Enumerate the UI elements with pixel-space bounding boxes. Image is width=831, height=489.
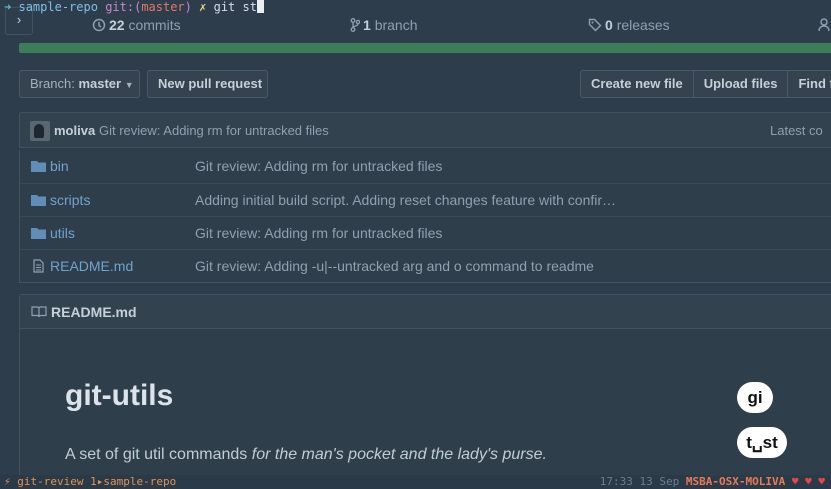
file-icon bbox=[33, 259, 44, 273]
contributors-link[interactable] bbox=[818, 14, 831, 36]
commit-author[interactable]: moliva bbox=[54, 123, 95, 138]
file-name[interactable]: bin bbox=[50, 158, 69, 174]
commits-label: commits bbox=[128, 17, 181, 33]
branch-prefix: Branch: bbox=[30, 76, 75, 91]
releases-count: 0 bbox=[605, 17, 613, 33]
prompt-command[interactable]: git st bbox=[214, 0, 257, 14]
file-row-scripts: scripts Adding initial build script. Add… bbox=[20, 183, 831, 216]
history-icon bbox=[92, 18, 106, 32]
readme-panel: README.md git-utils A set of git util co… bbox=[19, 294, 831, 489]
tag-icon bbox=[588, 18, 602, 32]
readme-header: README.md bbox=[20, 295, 831, 329]
commit-message[interactable]: Git review: Adding rm for untracked file… bbox=[99, 123, 329, 138]
releases-link[interactable]: 0 releases bbox=[588, 14, 670, 36]
branches-label: branch bbox=[374, 17, 418, 33]
heart-icons: ♥ ♥ ♥ bbox=[791, 475, 825, 488]
prompt-arrow-icon: ➜ bbox=[4, 0, 12, 14]
folder-icon bbox=[31, 228, 46, 239]
file-row-utils: utils Git review: Adding rm for untracke… bbox=[20, 216, 831, 249]
file-name[interactable]: scripts bbox=[50, 192, 90, 208]
branch-select-button[interactable]: Branch: master ▼ bbox=[19, 70, 140, 98]
readme-intro-text: A set of git util commands bbox=[65, 446, 252, 463]
create-new-file-button[interactable]: Create new file bbox=[580, 70, 694, 98]
prompt-dirty-mark: ✗ bbox=[199, 0, 207, 14]
file-row-readme: README.md Git review: Adding -u|--untrac… bbox=[20, 249, 831, 282]
find-file-button[interactable]: Find file bbox=[787, 70, 831, 98]
releases-label: releases bbox=[616, 17, 670, 33]
commits-count: 22 bbox=[109, 17, 125, 33]
status-host: MSBA-OSX-MOLIVA bbox=[685, 475, 786, 488]
branch-value: master bbox=[78, 76, 122, 91]
keystroke-bubble: gi bbox=[737, 382, 773, 413]
language-bar bbox=[19, 43, 831, 53]
file-list: bin Git review: Adding rm for untracked … bbox=[19, 150, 831, 283]
folder-icon bbox=[31, 195, 46, 206]
caret-down-icon: ▼ bbox=[124, 80, 134, 90]
upload-files-button[interactable]: Upload files bbox=[692, 70, 789, 98]
file-commit-message[interactable]: Git review: Adding -u|--untracked arg an… bbox=[195, 258, 594, 274]
file-commit-message[interactable]: Adding initial build script. Adding rese… bbox=[195, 192, 616, 208]
readme-intro: A set of git util commands for the man's… bbox=[65, 446, 547, 464]
branches-count: 1 bbox=[363, 17, 371, 33]
file-actions: Create new fileUpload filesFind file bbox=[580, 70, 831, 98]
status-date: 13 Sep bbox=[639, 475, 680, 488]
file-name[interactable]: README.md bbox=[50, 258, 133, 274]
prompt-git-label: git:( bbox=[105, 0, 142, 14]
person-icon bbox=[818, 18, 830, 32]
readme-filename: README.md bbox=[51, 304, 137, 320]
status-session: ⚡ git-review 1▸sample-repo bbox=[4, 475, 177, 488]
terminal-prompt[interactable]: ➜ sample-repo git:(master) ✗ git st bbox=[0, 0, 264, 14]
branches-link[interactable]: 1 branch bbox=[350, 14, 418, 36]
status-right: 17:33 13 Sep MSBA-OSX-MOLIVA ♥ ♥ ♥ bbox=[600, 475, 825, 489]
latest-commit-label: Latest co bbox=[770, 123, 823, 138]
book-icon bbox=[31, 306, 47, 318]
file-commit-message[interactable]: Git review: Adding rm for untracked file… bbox=[195, 225, 442, 241]
status-time: 17:33 bbox=[599, 475, 633, 488]
prompt-repo: sample-repo bbox=[18, 0, 98, 14]
github-repo-page: › 22 commits 1 branch 0 releases Branch:… bbox=[0, 0, 831, 489]
terminal-cursor bbox=[256, 0, 264, 13]
folder-icon bbox=[31, 161, 46, 172]
readme-heading: git-utils bbox=[65, 379, 174, 412]
new-pull-request-button[interactable]: New pull request bbox=[147, 70, 268, 98]
latest-commit-bar: moliva Git review: Adding rm for untrack… bbox=[19, 112, 831, 148]
branch-icon bbox=[350, 18, 361, 32]
prompt-branch: master bbox=[141, 0, 185, 14]
commits-link[interactable]: 22 commits bbox=[92, 14, 181, 36]
avatar[interactable] bbox=[30, 121, 50, 141]
file-name[interactable]: utils bbox=[50, 225, 75, 241]
keystroke-bubble: t␣st bbox=[737, 427, 787, 458]
chevron-right-icon: › bbox=[16, 12, 22, 27]
file-row-bin: bin Git review: Adding rm for untracked … bbox=[20, 150, 831, 183]
readme-intro-emphasis: for the man's pocket and the lady's purs… bbox=[251, 446, 547, 463]
file-commit-message[interactable]: Git review: Adding rm for untracked file… bbox=[195, 158, 442, 174]
prompt-git-close: ) bbox=[184, 0, 192, 14]
tmux-status-bar: ⚡ git-review 1▸sample-repo 17:33 13 Sep … bbox=[0, 475, 831, 489]
